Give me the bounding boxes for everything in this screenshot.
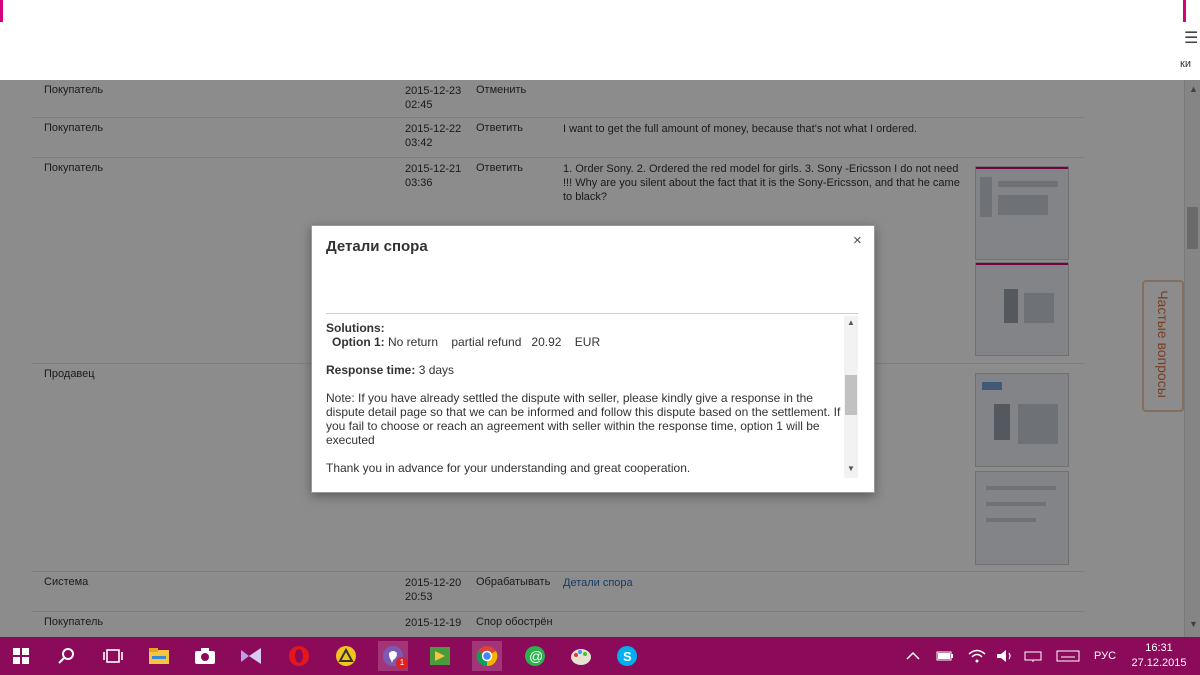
- clock-date: 27.12.2015: [1131, 657, 1187, 669]
- windows-start-icon[interactable]: [6, 641, 36, 671]
- close-icon[interactable]: ×: [853, 232, 862, 249]
- modal-scroll-thumb[interactable]: [845, 375, 857, 415]
- keyboard-icon[interactable]: [1056, 637, 1080, 675]
- modal-scrollbar[interactable]: ▲ ▼: [844, 316, 858, 478]
- option-text: No return partial refund 20.92 EUR: [384, 335, 601, 349]
- header-accent-right: [1183, 0, 1186, 22]
- option-label: Option 1:: [332, 335, 385, 349]
- task-view-icon[interactable]: [98, 641, 128, 671]
- modal-title: Детали спора: [326, 238, 428, 255]
- store-icon[interactable]: [425, 641, 455, 671]
- note-text: Note: If you have already settled the di…: [326, 391, 841, 447]
- clock[interactable]: 16:31 27.12.2015: [1124, 641, 1194, 671]
- svg-text:S: S: [623, 649, 632, 664]
- visual-studio-icon[interactable]: [236, 641, 266, 671]
- scroll-down-arrow-icon[interactable]: ▼: [847, 464, 855, 473]
- response-time-label: Response time:: [326, 363, 416, 377]
- menu-tail-text: ки: [1180, 58, 1191, 70]
- file-explorer-icon[interactable]: [144, 641, 174, 671]
- menu-icon[interactable]: ☰: [1184, 28, 1198, 48]
- divider: [326, 313, 858, 314]
- viber-icon[interactable]: 1: [378, 641, 408, 671]
- site-header: ☰ ки: [0, 0, 1200, 80]
- mail-agent-icon[interactable]: @: [520, 641, 550, 671]
- skype-icon[interactable]: S: [612, 641, 642, 671]
- network-device-icon[interactable]: [1024, 637, 1042, 675]
- wifi-icon[interactable]: [968, 637, 986, 675]
- thanks-text: Thank you in advance for your understand…: [326, 461, 691, 475]
- dispute-details-modal: Детали спора × Solutions: Option 1: No r…: [311, 225, 875, 493]
- scroll-up-arrow-icon[interactable]: ▲: [847, 318, 855, 327]
- response-time-value: 3 days: [415, 363, 455, 377]
- header-accent-left: [0, 0, 3, 22]
- triangle-app-icon[interactable]: [331, 641, 361, 671]
- battery-icon[interactable]: [936, 637, 954, 675]
- taskbar: 1 @ S РУС 16:31 27.12.2015: [0, 637, 1200, 675]
- paint-icon[interactable]: [566, 641, 596, 671]
- opera-icon[interactable]: [284, 641, 314, 671]
- svg-text:@: @: [529, 648, 543, 664]
- language-indicator[interactable]: РУС: [1094, 637, 1116, 675]
- search-icon[interactable]: [52, 641, 82, 671]
- clock-time: 16:31: [1145, 642, 1173, 654]
- chrome-icon[interactable]: [472, 641, 502, 671]
- volume-icon[interactable]: [996, 637, 1014, 675]
- camera-icon[interactable]: [190, 641, 220, 671]
- show-hidden-icons-icon[interactable]: [906, 637, 920, 675]
- modal-body: Solutions: Option 1: No return partial r…: [326, 321, 841, 481]
- solutions-label: Solutions:: [326, 321, 385, 335]
- notification-badge: 1: [396, 657, 408, 669]
